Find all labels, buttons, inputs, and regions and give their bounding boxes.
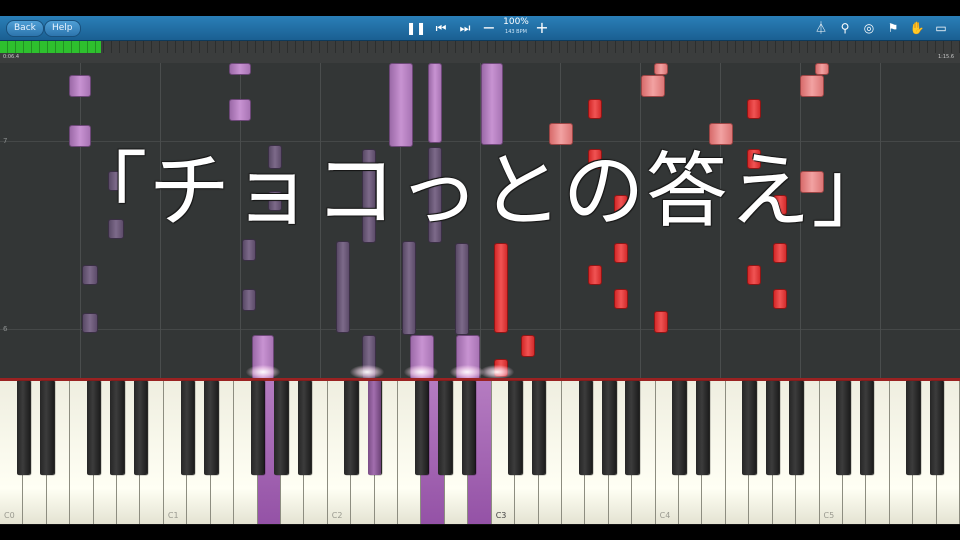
piano-keyboard: C0 C1 C2 C3 C4 C5 (0, 378, 960, 525)
note (494, 243, 508, 333)
note (800, 75, 824, 97)
note (747, 99, 761, 119)
black-key[interactable] (297, 381, 312, 475)
note (242, 289, 256, 311)
note (521, 335, 535, 357)
pause-icon[interactable]: ❚❚ (406, 19, 426, 37)
note (614, 289, 628, 309)
next-icon[interactable]: ⏭ (456, 19, 474, 37)
octave-label: C3 (495, 511, 507, 520)
black-key[interactable] (601, 381, 616, 475)
note (82, 313, 98, 333)
black-key[interactable] (625, 381, 639, 475)
song-progress-bar[interactable]: 0:06.4 1:15.6 (0, 41, 960, 64)
note-hit-spark (246, 365, 280, 378)
note (641, 75, 665, 97)
note (69, 75, 91, 97)
note (481, 63, 503, 145)
song-title-overlay: 「チョコっとの答え」 (65, 144, 895, 239)
note (229, 63, 251, 75)
note (402, 241, 416, 335)
previous-icon[interactable]: ⏮ (432, 19, 450, 37)
elapsed-time: 0:06.4 (3, 54, 19, 60)
black-key[interactable] (531, 381, 546, 475)
black-key[interactable] (695, 381, 710, 475)
note (773, 243, 787, 263)
keyboard-icon[interactable]: ▭ (932, 19, 950, 37)
black-key[interactable] (344, 381, 358, 475)
black-key[interactable] (40, 381, 54, 475)
note (815, 63, 829, 75)
minus-icon[interactable]: − (480, 19, 498, 37)
black-key[interactable] (672, 381, 686, 475)
plus-icon[interactable]: + (533, 19, 551, 37)
black-key[interactable] (742, 381, 757, 475)
black-key[interactable] (789, 381, 803, 475)
note (229, 99, 251, 121)
black-key[interactable] (578, 381, 593, 475)
note (654, 311, 668, 333)
octave-label: C2 (331, 511, 343, 520)
note (773, 289, 787, 309)
note-hit-spark (350, 365, 384, 378)
note (242, 239, 256, 261)
note (336, 241, 350, 333)
black-key[interactable] (367, 381, 382, 475)
speed-percent: 100% (503, 17, 529, 27)
synthesia-app: Back Help ❚❚ ⏮ ⏭ − 100% 143 BPM + ⏃ ⚲ ◎ … (0, 0, 960, 540)
black-key[interactable] (180, 381, 195, 475)
note (614, 243, 628, 263)
toolbar: Back Help ❚❚ ⏮ ⏭ − 100% 143 BPM + ⏃ ⚲ ◎ … (0, 16, 960, 41)
note-hit-spark (450, 365, 484, 378)
octave-label: C1 (167, 511, 179, 520)
black-key[interactable] (203, 381, 218, 475)
speed-readout: 100% 143 BPM (498, 17, 534, 36)
note (455, 243, 469, 335)
note (588, 265, 602, 285)
black-key[interactable] (929, 381, 944, 475)
black-key[interactable] (250, 381, 265, 475)
note (747, 265, 761, 285)
black-key[interactable] (508, 381, 522, 475)
black-key[interactable] (414, 381, 429, 475)
black-key[interactable] (906, 381, 920, 475)
black-key[interactable] (86, 381, 101, 475)
help-button[interactable]: Help (44, 20, 81, 37)
measure-number: 6 (3, 325, 8, 333)
magnifier-icon[interactable]: ⚲ (836, 19, 854, 37)
back-button[interactable]: Back (6, 20, 44, 37)
black-key[interactable] (16, 381, 31, 475)
total-time: 1:15.6 (938, 54, 954, 60)
note (82, 265, 98, 285)
black-key[interactable] (461, 381, 476, 475)
note-hit-spark (404, 365, 438, 378)
octave-label: C0 (4, 511, 15, 520)
octave-label: C4 (659, 511, 671, 520)
speed-bpm: 143 BPM (505, 29, 527, 35)
note (428, 63, 442, 143)
note (389, 63, 413, 147)
black-key[interactable] (836, 381, 850, 475)
black-key[interactable] (133, 381, 148, 475)
black-key[interactable] (765, 381, 780, 475)
marker-icon[interactable]: ⚑ (884, 19, 902, 37)
progress-ticks (0, 41, 960, 53)
note (588, 99, 602, 119)
metronome-icon[interactable]: ⏃ (812, 19, 830, 37)
black-key[interactable] (110, 381, 124, 475)
note-hit-spark (480, 365, 514, 378)
black-key[interactable] (274, 381, 288, 475)
note (654, 63, 668, 75)
loop-icon[interactable]: ◎ (860, 19, 878, 37)
hand-icon[interactable]: ✋ (908, 19, 926, 37)
black-key[interactable] (438, 381, 452, 475)
black-key[interactable] (859, 381, 874, 475)
octave-label: C5 (823, 511, 835, 520)
